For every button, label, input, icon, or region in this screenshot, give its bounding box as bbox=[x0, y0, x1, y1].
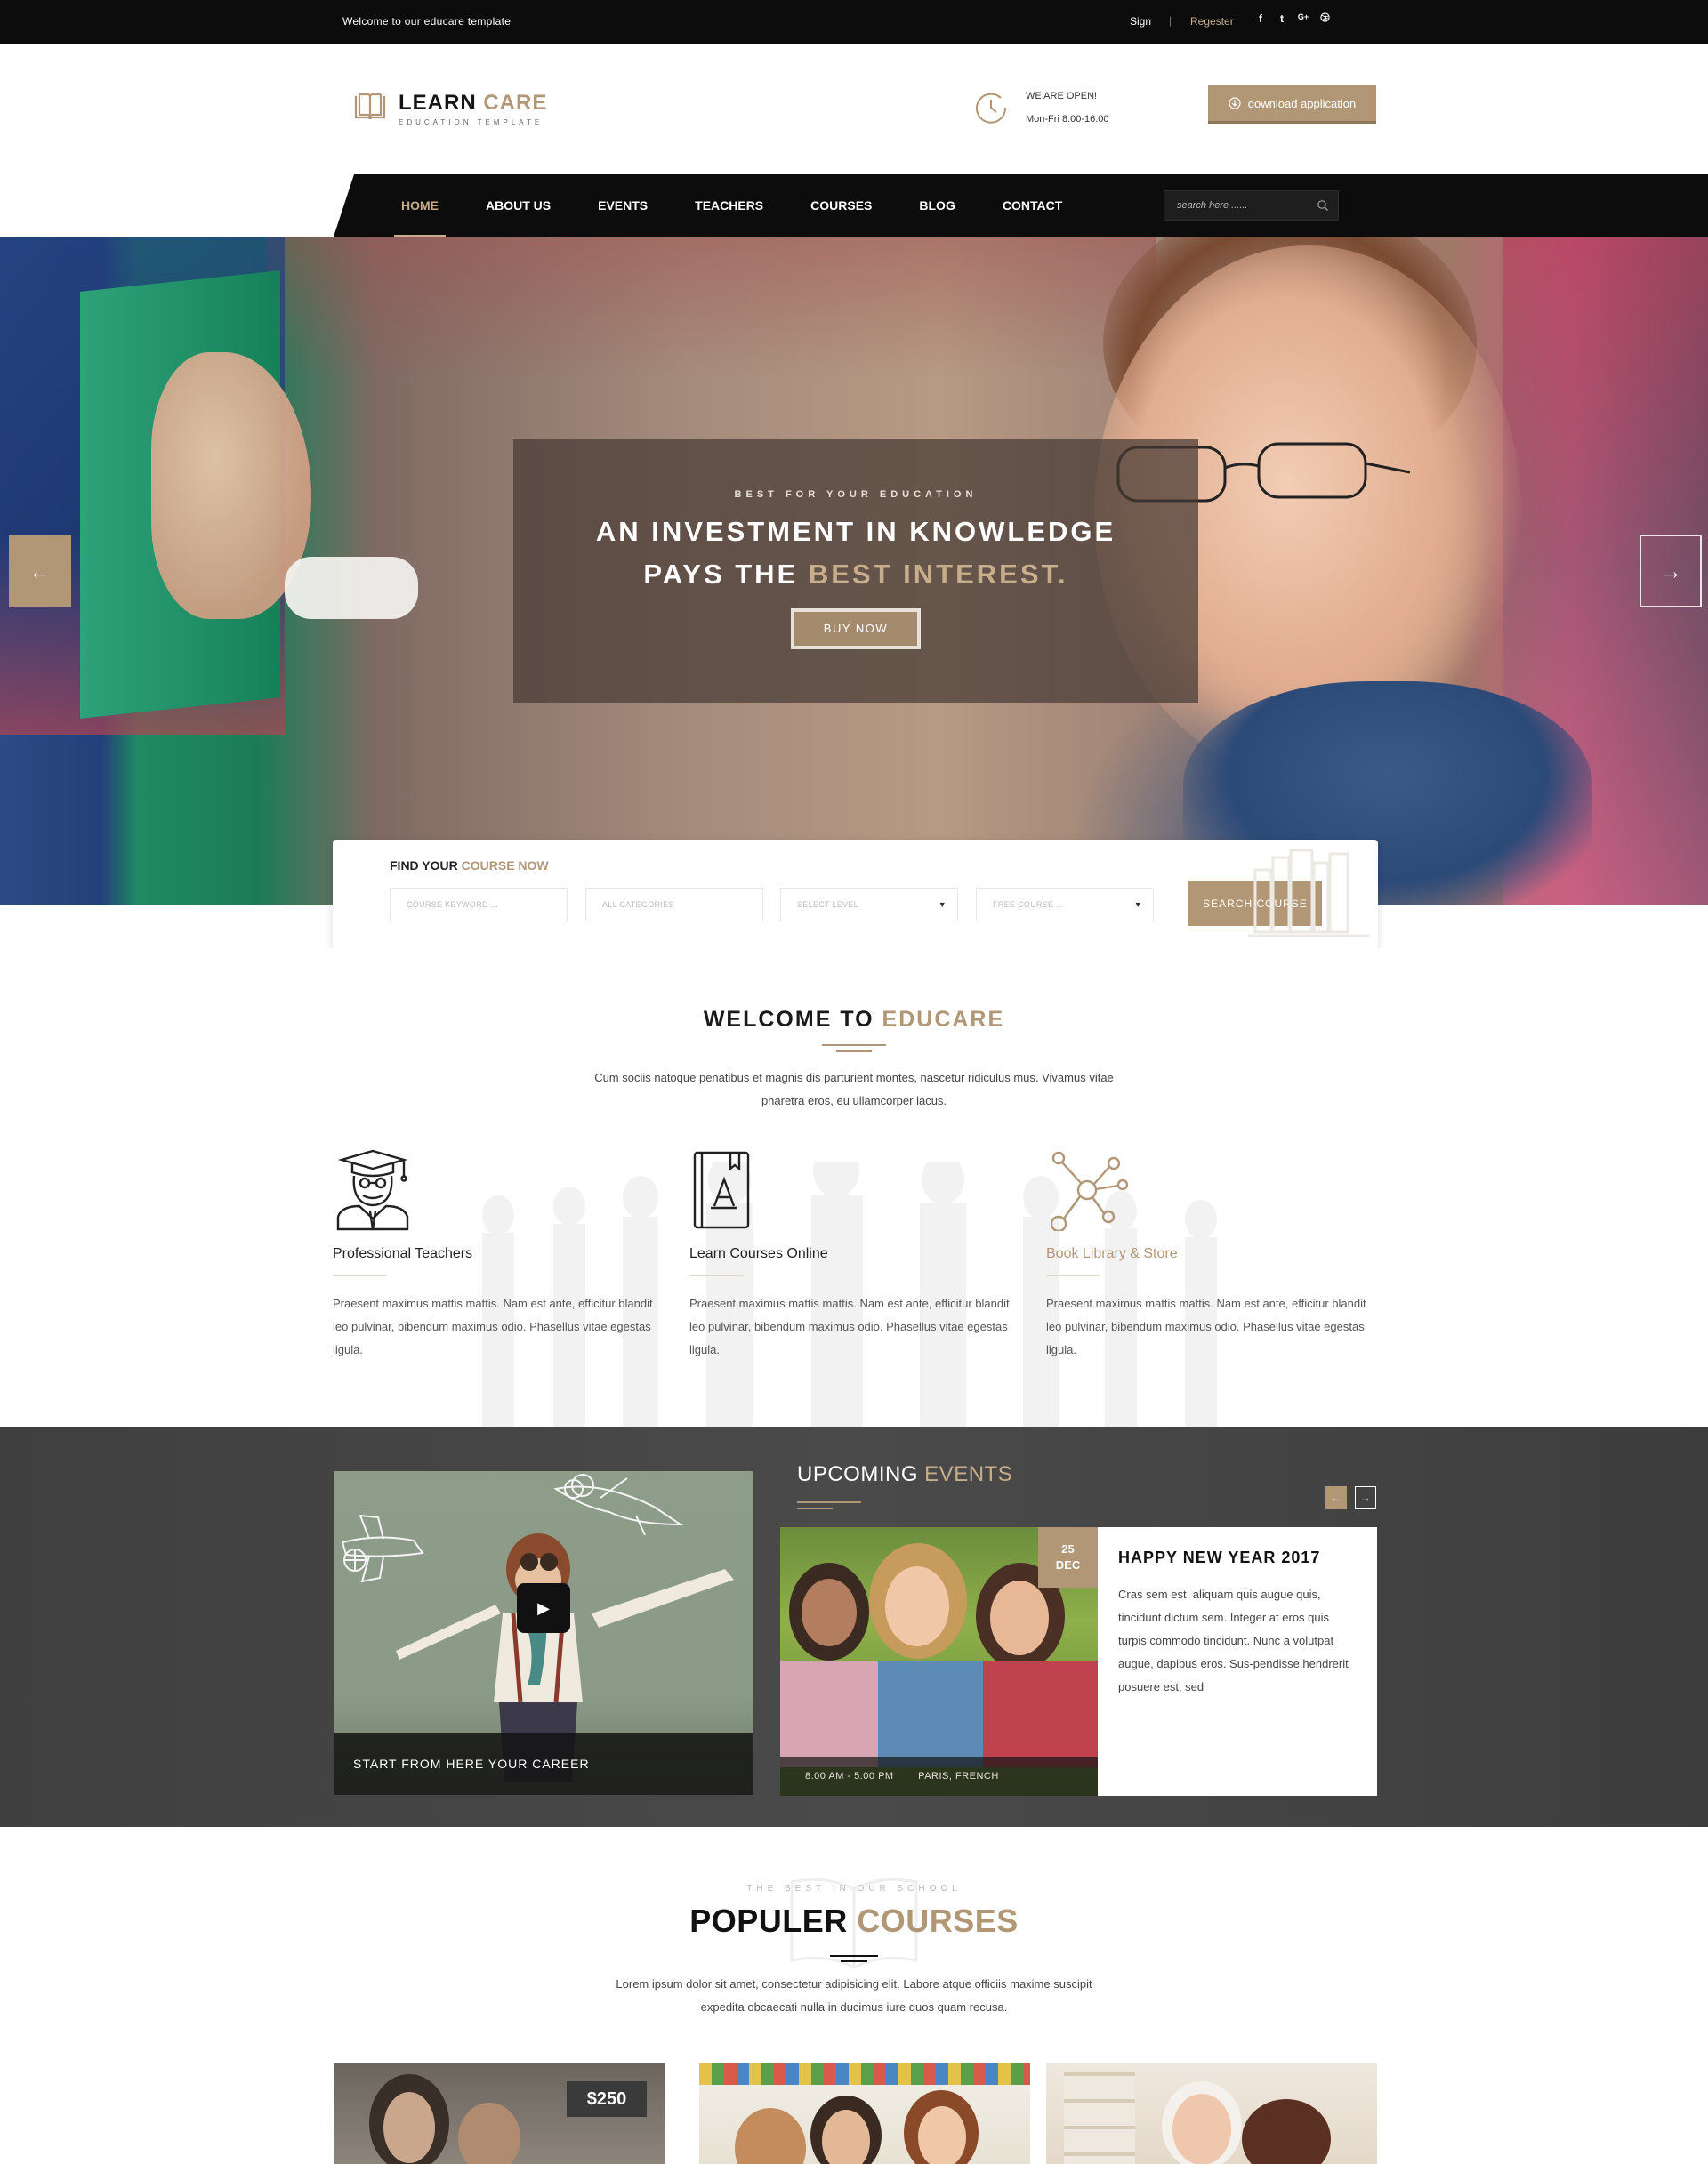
network-icon bbox=[1050, 1151, 1129, 1233]
slider-prev-arrow-icon[interactable]: ← bbox=[9, 535, 71, 607]
site-header: LEARN CARE EDUCATION TEMPLATE WE ARE OPE… bbox=[0, 44, 1708, 174]
open-label: WE ARE OPEN! bbox=[1026, 91, 1098, 101]
chalk-airplane-drawing bbox=[341, 1514, 424, 1583]
logo[interactable]: LEARN CARE EDUCATION TEMPLATE bbox=[354, 91, 547, 126]
feature-learn-courses-online: Learn Courses Online Praesent maximus ma… bbox=[689, 1149, 1010, 1362]
course-price-badge: $250 bbox=[567, 2081, 647, 2117]
book-icon bbox=[693, 1151, 750, 1229]
hero-slider: BEST FOR YOUR EDUCATION AN INVESTMENT IN… bbox=[0, 237, 1708, 905]
event-date-badge: 25 DEC bbox=[1038, 1527, 1098, 1588]
event-text: Cras sem est, aliquam quis augue quis, t… bbox=[1118, 1588, 1349, 1693]
play-icon[interactable]: ▶ bbox=[517, 1583, 570, 1633]
nav-item-teachers[interactable]: TEACHERS bbox=[695, 174, 763, 237]
feature-book-library-store: Book Library & Store Praesent maximus ma… bbox=[1046, 1149, 1366, 1362]
events-next-arrow-icon[interactable]: → bbox=[1355, 1486, 1376, 1509]
popular-courses-section: THE BEST IN OUR SCHOOL POPULER COURSES L… bbox=[0, 1827, 1708, 2164]
nav-item-home[interactable]: HOME bbox=[394, 174, 446, 237]
nav-item-about-us[interactable]: ABOUT US bbox=[486, 174, 551, 237]
hero-bg-shelf bbox=[267, 237, 1156, 379]
main-nav: HOME ABOUT US EVENTS TEACHERS COURSES BL… bbox=[334, 174, 1708, 237]
event-place: PARIS, FRENCH bbox=[918, 1771, 999, 1782]
feature-underline bbox=[333, 1275, 386, 1276]
download-icon bbox=[1229, 97, 1241, 109]
event-meta: 8:00 AM - 5:00 PM PARIS, FRENCH bbox=[780, 1757, 1098, 1796]
welcome-section: WELCOME TO EDUCARE Cum sociis natoque pe… bbox=[0, 948, 1708, 1428]
welcome-text: Welcome to our educare template bbox=[342, 15, 512, 28]
nav-search bbox=[1164, 190, 1339, 221]
event-time: 8:00 AM - 5:00 PM bbox=[805, 1771, 894, 1782]
course-card[interactable] bbox=[699, 2063, 1030, 2164]
event-card[interactable]: 25 DEC 8:00 AM - 5:00 PM PARIS, FRENCH H… bbox=[780, 1527, 1377, 1796]
feature-title: Learn Courses Online bbox=[689, 1246, 828, 1261]
hero-headline: AN INVESTMENT IN KNOWLEDGE PAYS THE BEST… bbox=[595, 516, 1116, 590]
feature-title: Book Library & Store bbox=[1046, 1246, 1178, 1261]
open-hours: Mon-Fri 8:00-16:00 bbox=[1026, 114, 1109, 125]
video-caption: START FROM HERE YOUR CAREER bbox=[334, 1733, 753, 1795]
course-card[interactable] bbox=[1046, 2063, 1377, 2164]
welcome-description: Cum sociis natoque penatibus et magnis d… bbox=[594, 1071, 1114, 1107]
feature-text: Praesent maximus mattis mattis. Nam est … bbox=[689, 1297, 1010, 1356]
hero-caption-box: BEST FOR YOUR EDUCATION AN INVESTMENT IN… bbox=[513, 439, 1198, 703]
register-link[interactable]: Regester bbox=[1190, 15, 1234, 28]
courses-kicker: THE BEST IN OUR SCHOOL bbox=[746, 1884, 962, 1894]
download-label: download application bbox=[1247, 96, 1357, 110]
events-title-divider bbox=[797, 1501, 861, 1514]
courses-title-divider bbox=[830, 1955, 878, 1962]
hero-kicker: BEST FOR YOUR EDUCATION bbox=[734, 489, 978, 500]
nav-item-events[interactable]: EVENTS bbox=[598, 174, 648, 237]
nav-item-blog[interactable]: BLOG bbox=[919, 174, 955, 237]
course-keyword-input[interactable] bbox=[390, 888, 568, 921]
feature-underline bbox=[1046, 1275, 1100, 1276]
courses-title: POPULER COURSES bbox=[689, 1903, 1019, 1939]
feature-text: Praesent maximus mattis mattis. Nam est … bbox=[333, 1297, 653, 1356]
google-plus-icon[interactable]: G+ bbox=[1297, 12, 1309, 25]
events-prev-arrow-icon[interactable]: ← bbox=[1325, 1486, 1347, 1509]
teacher-icon bbox=[336, 1149, 409, 1231]
feature-underline bbox=[689, 1275, 743, 1276]
logo-text: LEARN CARE bbox=[399, 91, 548, 115]
twitter-icon[interactable]: t bbox=[1276, 12, 1288, 25]
course-card[interactable]: $250 bbox=[334, 2063, 665, 2164]
dribbble-icon[interactable] bbox=[1318, 12, 1331, 25]
clock-icon bbox=[976, 93, 1007, 124]
boy-arm-right bbox=[592, 1569, 734, 1628]
courses-description: Lorem ipsum dolor sit amet, consectetur … bbox=[616, 1977, 1092, 2014]
hero-watch bbox=[285, 557, 418, 619]
video-card[interactable]: ▶ START FROM HERE YOUR CAREER bbox=[334, 1471, 753, 1795]
book-logo-icon bbox=[354, 93, 386, 120]
free-course-select[interactable]: FREE COURSE ... ▼ bbox=[976, 888, 1154, 921]
download-application-button[interactable]: download application bbox=[1208, 85, 1376, 121]
feature-text: Praesent maximus mattis mattis. Nam est … bbox=[1046, 1297, 1366, 1356]
books-deco-icon bbox=[1248, 849, 1369, 937]
title-divider bbox=[822, 1044, 886, 1057]
buy-now-button[interactable]: BUY NOW bbox=[791, 608, 921, 649]
feature-professional-teachers: Professional Teachers Praesent maximus m… bbox=[333, 1149, 653, 1362]
sign-link[interactable]: Sign bbox=[1130, 15, 1151, 28]
facebook-icon[interactable]: f bbox=[1254, 12, 1267, 25]
feature-title: Professional Teachers bbox=[333, 1246, 473, 1261]
opening-hours: WE ARE OPEN! Mon-Fri 8:00-16:00 bbox=[974, 84, 1109, 131]
topbar-divider: | bbox=[1169, 14, 1172, 27]
nav-item-courses[interactable]: COURSES bbox=[810, 174, 872, 237]
finder-title: FIND YOUR COURSE NOW bbox=[390, 858, 549, 873]
chevron-down-icon: ▼ bbox=[938, 900, 947, 909]
slider-next-arrow-icon[interactable]: → bbox=[1640, 535, 1702, 607]
course-finder: FIND YOUR COURSE NOW SELECT LEVEL ▼ FREE… bbox=[333, 840, 1378, 948]
event-title[interactable]: HAPPY NEW YEAR 2017 bbox=[1118, 1549, 1358, 1567]
events-title: UPCOMING EVENTS bbox=[797, 1462, 1013, 1486]
welcome-title: WELCOME TO EDUCARE bbox=[703, 1007, 1005, 1032]
level-select[interactable]: SELECT LEVEL ▼ bbox=[780, 888, 958, 921]
logo-tagline: EDUCATION TEMPLATE bbox=[399, 118, 544, 126]
search-icon[interactable] bbox=[1317, 199, 1329, 212]
top-bar: Welcome to our educare template Sign | R… bbox=[0, 0, 1708, 44]
boy-arm-left bbox=[396, 1605, 501, 1660]
search-input[interactable] bbox=[1164, 191, 1307, 220]
events-section: ▶ START FROM HERE YOUR CAREER UPCOMING E… bbox=[0, 1427, 1708, 1827]
categories-input[interactable] bbox=[585, 888, 763, 921]
social-links: f t G+ bbox=[1254, 12, 1331, 25]
chevron-down-icon: ▼ bbox=[1133, 900, 1142, 909]
nav-item-contact[interactable]: CONTACT bbox=[1003, 174, 1062, 237]
